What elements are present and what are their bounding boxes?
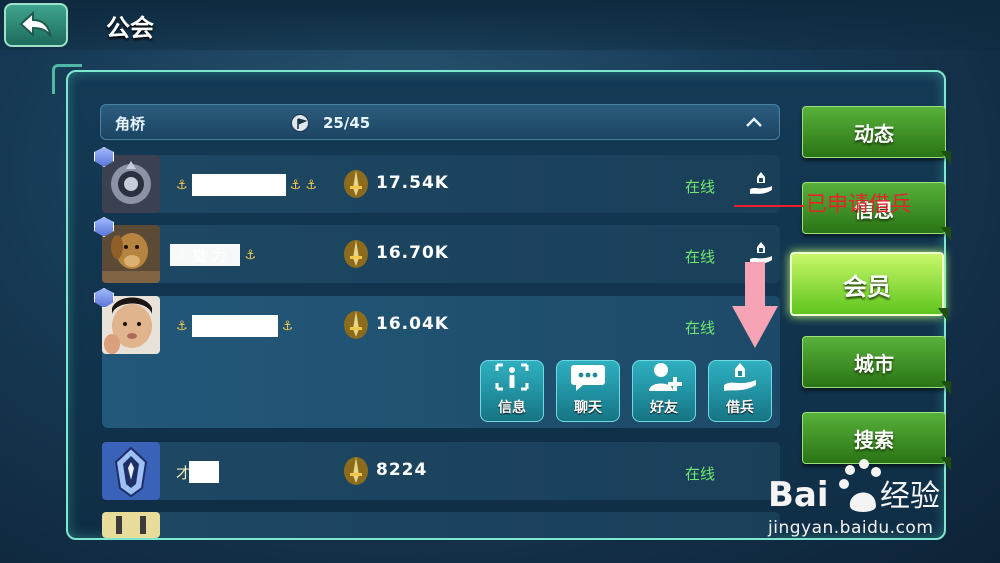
flag-icon — [291, 114, 309, 132]
member-row[interactable] — [102, 512, 780, 538]
online-status: 在线 — [685, 248, 716, 266]
back-button[interactable] — [4, 3, 68, 47]
anchor-icon: ⚓ — [281, 318, 294, 334]
svg-text:Bai: Bai — [768, 475, 829, 515]
anchor-icon: ⚓ — [244, 247, 257, 263]
tab-city[interactable]: 城市 — [802, 336, 946, 388]
anchor-icon: ⚓ — [176, 177, 188, 193]
redacted-name — [189, 461, 220, 483]
member-row[interactable]: ⚓ 皇 力 ⚓ 16.70K 在线 — [94, 217, 780, 283]
back-arrow-icon — [19, 11, 52, 38]
anchor-icon: ⚓ — [176, 318, 188, 334]
tab-members[interactable]: 会员 — [790, 252, 944, 316]
online-status: 在线 — [685, 319, 716, 337]
info-label: 信息 — [498, 400, 526, 416]
online-status: 在线 — [685, 465, 716, 483]
power-value: 17.54K — [376, 173, 449, 193]
power-value: 8224 — [376, 460, 428, 480]
redacted-name — [170, 244, 241, 266]
pink-down-arrow-icon — [732, 262, 778, 348]
add-friend-button[interactable]: 好友 — [632, 360, 696, 422]
page-title: 公会 — [106, 14, 154, 42]
sword-emblem-icon — [344, 311, 368, 339]
chat-label: 聊天 — [574, 400, 602, 416]
chat-button[interactable]: 聊天 — [556, 360, 620, 422]
tab-activity-label: 动态 — [854, 121, 894, 146]
annotation-underline — [734, 205, 804, 207]
redacted-name — [191, 315, 278, 337]
anchor-icon: ⚓ — [289, 177, 302, 193]
lend-troops-button[interactable]: 借兵 — [708, 360, 772, 422]
avatar — [102, 296, 160, 354]
power-value: 16.04K — [376, 314, 449, 334]
info-button[interactable]: 信息 — [480, 360, 544, 422]
annotation-text: 已申请借兵 — [806, 192, 911, 216]
sword-emblem-icon — [344, 170, 368, 198]
avatar — [102, 512, 160, 538]
avatar — [102, 225, 160, 283]
guild-header[interactable]: 角桥 25/45 — [100, 104, 780, 140]
anchor-icon: ⚓ — [305, 177, 317, 193]
sword-emblem-icon — [344, 240, 368, 268]
svg-text:经验: 经验 — [880, 479, 940, 514]
add-friend-label: 好友 — [650, 400, 678, 416]
sword-emblem-icon — [344, 457, 368, 485]
member-count: 25/45 — [323, 114, 371, 132]
tab-activity[interactable]: 动态 — [802, 106, 946, 158]
add-friend-icon — [649, 363, 682, 391]
chat-bubble-icon — [571, 365, 605, 391]
member-row[interactable]: 才 8224 在线 — [102, 442, 780, 500]
chevron-up-icon[interactable] — [743, 111, 765, 138]
watermark-url: jingyan.baidu.com — [768, 518, 934, 538]
avatar — [102, 442, 160, 500]
lend-troops-label: 借兵 — [726, 400, 754, 416]
member-row[interactable]: ⚓ ⚓ ⚓ 17.54K 在线 — [94, 147, 780, 213]
redacted-name — [191, 174, 286, 196]
tab-city-label: 城市 — [854, 351, 894, 376]
tab-search-label: 搜索 — [854, 427, 894, 452]
avatar — [102, 155, 160, 213]
lend-troops-icon — [724, 363, 756, 391]
tab-members-label: 会员 — [843, 272, 891, 301]
online-status: 在线 — [685, 178, 716, 196]
member-row-expanded[interactable]: ⚓ ⚓ 16.04K 在线 信息 聊天 好友 借兵 — [94, 288, 780, 428]
guild-name: 角桥 — [115, 115, 146, 133]
lend-troops-icon[interactable] — [748, 169, 774, 199]
info-icon — [495, 363, 529, 391]
power-value: 16.70K — [376, 243, 449, 263]
